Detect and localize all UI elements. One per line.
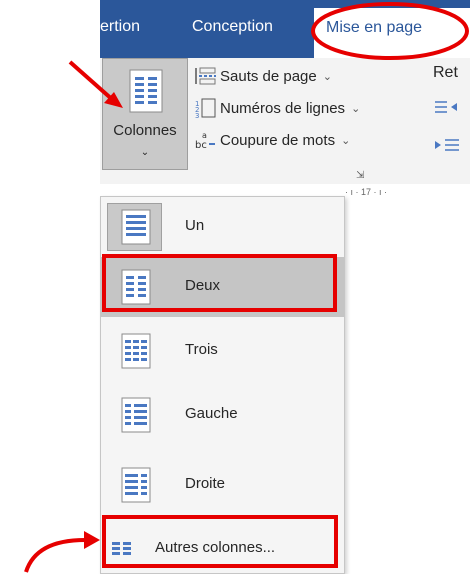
ribbon-tab-bar: ertion Conception Mise en page bbox=[100, 0, 470, 58]
line-numbers-label: Numéros de lignes bbox=[220, 99, 346, 117]
menu-item-label: Trois bbox=[185, 341, 218, 358]
chevron-down-icon: ⌄ bbox=[341, 134, 351, 147]
columns-button-label: Colonnes bbox=[113, 122, 177, 139]
chevron-down-icon: ⌄ bbox=[322, 70, 332, 83]
indent-right-icon[interactable] bbox=[433, 136, 463, 156]
page-breaks-icon bbox=[194, 66, 218, 86]
page-breaks-label: Sauts de page bbox=[220, 67, 317, 85]
page-breaks-button[interactable]: Sauts de page ⌄ bbox=[194, 64, 332, 88]
hyphenation-button[interactable]: a bc Coupure de mots ⌄ bbox=[194, 128, 350, 152]
ruler: · ı · 17 · ı · bbox=[345, 184, 470, 200]
arrow-to-more-columns-icon bbox=[24, 531, 100, 573]
indent-left-icon[interactable] bbox=[433, 98, 463, 118]
menu-item-un[interactable]: Un bbox=[101, 197, 344, 257]
dialog-launcher-icon[interactable]: ⇲ bbox=[356, 170, 364, 181]
chevron-down-icon: ⌄ bbox=[140, 147, 150, 158]
columns-button[interactable]: Colonnes ⌄ bbox=[102, 58, 188, 170]
menu-item-trois[interactable]: Trois bbox=[101, 321, 344, 381]
one-column-icon bbox=[121, 209, 151, 245]
menu-item-gauche[interactable]: Gauche bbox=[101, 385, 344, 445]
chevron-down-icon: ⌄ bbox=[351, 102, 361, 115]
left-column-icon bbox=[121, 397, 151, 433]
menu-item-label: Gauche bbox=[185, 405, 238, 422]
svg-text:3: 3 bbox=[195, 112, 199, 118]
retrait-label: Ret bbox=[433, 64, 458, 81]
menu-item-droite[interactable]: Droite bbox=[101, 455, 344, 515]
three-columns-icon bbox=[121, 333, 151, 369]
hyphenation-icon: a bc bbox=[194, 130, 218, 151]
line-numbers-icon: 123 bbox=[194, 98, 218, 120]
svg-text:bc: bc bbox=[195, 140, 207, 150]
hyphenation-label: Coupure de mots bbox=[220, 131, 336, 149]
menu-item-label: Droite bbox=[185, 475, 226, 492]
highlight-deux-box bbox=[102, 254, 337, 312]
highlight-autres-colonnes-box bbox=[102, 515, 338, 568]
tab-mise-en-page[interactable]: Mise en page bbox=[314, 8, 470, 58]
tab-conception[interactable]: Conception bbox=[192, 18, 273, 36]
columns-icon bbox=[129, 69, 163, 113]
line-numbers-button[interactable]: 123 Numéros de lignes ⌄ bbox=[194, 96, 360, 120]
menu-item-label: Un bbox=[185, 217, 205, 234]
right-column-icon bbox=[121, 467, 151, 503]
tab-insertion[interactable]: ertion bbox=[100, 18, 140, 36]
tab-mise-en-page-label: Mise en page bbox=[326, 19, 423, 36]
svg-text:a: a bbox=[202, 131, 207, 140]
